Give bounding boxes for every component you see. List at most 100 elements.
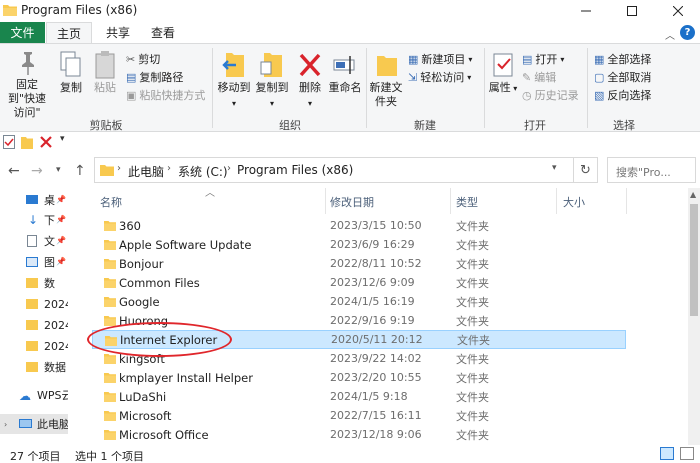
file-row[interactable]: Microsoft Office 2023/12/18 9:06 文件夹 xyxy=(92,425,626,444)
large-icons-view-icon[interactable] xyxy=(680,447,694,460)
nav-item-folder[interactable]: 2024 xyxy=(0,294,68,314)
file-row[interactable]: Apple Software Update 2023/6/9 16:29 文件夹 xyxy=(92,235,626,254)
copy-path-button[interactable]: ▤ 复制路径 xyxy=(126,69,183,85)
breadcrumb-program-files-x86[interactable]: Program Files (x86) xyxy=(237,163,353,177)
breadcrumb-drive-c[interactable]: 系统 (C:) xyxy=(178,163,228,180)
column-name[interactable]: 名称 xyxy=(100,194,122,210)
paste-shortcut-button[interactable]: ▣ 粘贴快捷方式 xyxy=(126,87,205,103)
rename-button[interactable]: 重命名 xyxy=(328,50,362,95)
column-headers: ︿ 名称 修改日期 类型 大小 xyxy=(92,188,688,214)
column-divider[interactable] xyxy=(556,188,557,214)
tab-file[interactable]: 文件 xyxy=(0,22,45,44)
chevron-right-icon[interactable]: › xyxy=(227,163,231,174)
file-row[interactable]: LuDaShi 2024/1/5 9:18 文件夹 xyxy=(92,387,626,406)
nav-item-downloads[interactable]: ↓ 下 📌 xyxy=(0,210,68,230)
column-divider[interactable] xyxy=(325,188,326,214)
copy-to-button[interactable]: 复制到 ▾ xyxy=(254,50,290,111)
paste-button[interactable]: 粘贴 xyxy=(90,50,120,95)
delete-x-icon[interactable] xyxy=(40,135,52,149)
search-input[interactable]: 搜索"Pro... xyxy=(607,157,696,183)
tab-home[interactable]: 主页 xyxy=(46,22,92,44)
column-date[interactable]: 修改日期 xyxy=(330,194,374,210)
chevron-down-icon[interactable]: ▾ xyxy=(552,163,557,173)
column-divider[interactable] xyxy=(450,188,451,214)
file-row[interactable]: 360 2023/3/15 10:50 文件夹 xyxy=(92,216,626,235)
column-divider[interactable] xyxy=(626,188,627,214)
file-date: 2023/3/15 10:50 xyxy=(330,219,422,232)
delete-button[interactable]: 删除 ▾ xyxy=(297,50,323,111)
pin-icon[interactable]: 📌 xyxy=(56,236,66,245)
nav-item-folder[interactable]: 2024 xyxy=(0,336,68,356)
easy-access-button[interactable]: ⇲ 轻松访问 ▾ xyxy=(408,69,471,85)
forward-arrow-icon[interactable]: → xyxy=(31,163,43,179)
properties-button[interactable]: 属性 ▾ xyxy=(488,50,518,96)
customize-toolbar-icon[interactable]: ▾ xyxy=(60,134,65,144)
nav-item-label: 2024 xyxy=(44,297,68,311)
maximize-button[interactable] xyxy=(609,0,655,22)
nav-item-this-pc[interactable]: › 此电脑 xyxy=(0,414,68,434)
folder-icon xyxy=(104,259,116,269)
nav-item-folder[interactable]: 2024 xyxy=(0,315,68,335)
new-item-button[interactable]: ▦ 新建项目 ▾ xyxy=(408,51,472,67)
scrollbar-thumb[interactable] xyxy=(690,204,698,316)
address-bar[interactable]: › 此电脑 › 系统 (C:) › Program Files (x86) › … xyxy=(94,157,598,183)
file-row[interactable]: Common Files 2023/12/6 9:09 文件夹 xyxy=(92,273,626,292)
pin-icon[interactable]: 📌 xyxy=(56,257,66,266)
breadcrumb-this-pc[interactable]: 此电脑 xyxy=(128,163,164,180)
file-row[interactable]: Google 2024/1/5 16:19 文件夹 xyxy=(92,292,626,311)
nav-item-folder[interactable]: 数 xyxy=(0,273,68,293)
chevron-up-icon[interactable]: ︿ xyxy=(665,27,675,42)
file-row[interactable]: kingsoft 2023/9/22 14:02 文件夹 xyxy=(92,349,626,368)
search-placeholder: 搜索"Pro... xyxy=(616,166,671,179)
invert-selection-button[interactable]: ▧ 反向选择 xyxy=(594,87,651,103)
minimize-button[interactable] xyxy=(563,0,609,22)
file-row[interactable]: kmplayer Install Helper 2023/2/20 10:55 文件… xyxy=(92,368,626,387)
file-row[interactable]: Internet Explorer 2020/5/11 20:12 文件夹 xyxy=(92,330,626,349)
up-arrow-icon[interactable]: ↑ xyxy=(74,163,86,179)
vertical-scrollbar[interactable]: ▲ xyxy=(688,188,700,445)
file-row[interactable]: Huorong 2022/9/16 9:19 文件夹 xyxy=(92,311,626,330)
nav-item-wps-cloud[interactable]: ☁ WPS云 xyxy=(0,385,68,405)
chevron-right-icon[interactable]: › xyxy=(4,420,7,429)
file-row[interactable]: Microsoft 2022/7/15 16:11 文件夹 xyxy=(92,406,626,425)
nav-item-pictures[interactable]: 图 📌 xyxy=(0,252,68,272)
pin-quick-access-button[interactable]: 固定到"快速访问" xyxy=(4,50,52,120)
nav-item-documents[interactable]: 文 📌 xyxy=(0,231,68,251)
help-icon[interactable]: ? xyxy=(680,25,695,40)
file-name: Apple Software Update xyxy=(119,237,252,252)
pin-icon[interactable]: 📌 xyxy=(56,195,66,204)
nav-item-folder[interactable]: 数据 xyxy=(0,357,68,377)
open-button[interactable]: ▤ 打开 ▾ xyxy=(522,51,564,67)
properties-check-icon[interactable] xyxy=(3,135,15,149)
select-all-button[interactable]: ▦ 全部选择 xyxy=(594,51,651,67)
history-button[interactable]: ◷ 历史记录 xyxy=(522,87,579,103)
close-button[interactable] xyxy=(655,0,700,22)
back-arrow-icon[interactable]: ← xyxy=(8,163,20,179)
refresh-button[interactable]: ↻ xyxy=(573,158,597,182)
new-folder-button[interactable]: 新建文件夹 xyxy=(369,50,405,109)
nav-item-desktop[interactable]: 桌 📌 xyxy=(0,190,68,210)
select-none-icon: ▢ xyxy=(594,70,605,84)
move-to-button[interactable]: 移动到 ▾ xyxy=(216,50,252,111)
column-size[interactable]: 大小 xyxy=(563,194,585,210)
tab-view[interactable]: 查看 xyxy=(143,22,183,44)
file-list: ︿ 名称 修改日期 类型 大小 360 2023/3/15 10:50 文件夹 App… xyxy=(92,188,688,445)
pin-icon[interactable]: 📌 xyxy=(56,215,66,224)
recent-locations-icon[interactable]: ▾ xyxy=(56,165,61,175)
tab-share[interactable]: 共享 xyxy=(98,22,138,44)
folder-icon xyxy=(104,278,116,288)
chevron-right-icon[interactable]: › xyxy=(117,163,121,174)
column-type[interactable]: 类型 xyxy=(456,194,478,210)
chevron-right-icon[interactable]: › xyxy=(167,163,171,174)
cut-button[interactable]: ✂ 剪切 xyxy=(126,51,160,67)
nav-item-label: 数 xyxy=(44,277,55,290)
easy-access-icon: ⇲ xyxy=(408,70,418,84)
details-view-icon[interactable] xyxy=(660,447,674,460)
new-folder-icon[interactable] xyxy=(21,135,33,149)
copy-button[interactable]: 复制 xyxy=(56,50,86,95)
file-row[interactable]: Bonjour 2022/8/11 10:52 文件夹 xyxy=(92,254,626,273)
scroll-up-icon[interactable]: ▲ xyxy=(690,190,696,199)
edit-button[interactable]: ✎ 编辑 xyxy=(522,69,556,85)
chevron-right-icon[interactable]: › xyxy=(342,163,346,174)
select-none-button[interactable]: ▢ 全部取消 xyxy=(594,69,651,85)
